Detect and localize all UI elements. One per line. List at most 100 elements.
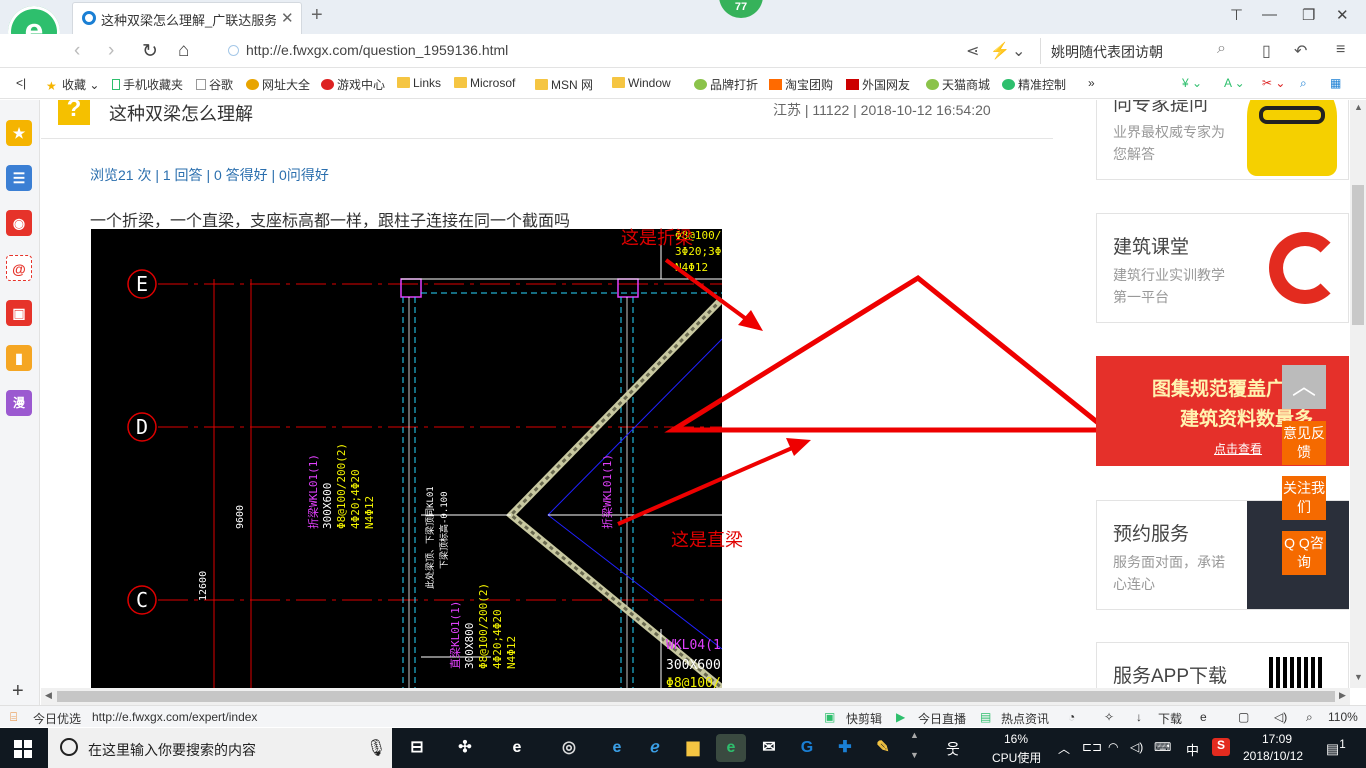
building-class-card[interactable]: 建筑课堂 建筑行业实训教学第一平台 <box>1096 213 1349 323</box>
weibo-icon[interactable]: ◉ <box>6 210 32 236</box>
keyboard-icon[interactable]: ⌨ <box>1154 740 1171 754</box>
internet-explorer-icon[interactable]: ℯ <box>640 734 670 762</box>
grid-icon[interactable]: ▦ <box>1330 76 1341 90</box>
clock-time[interactable]: 17:09 <box>1262 732 1292 746</box>
shirt-icon[interactable]: ⊤ <box>1230 6 1243 24</box>
status-item-download[interactable]: 下载 <box>1158 710 1182 727</box>
cad-drawing[interactable]: E D C 9600 12600 折梁WKL01(1) 300X600 Φ8@1… <box>91 229 722 688</box>
browser-taskbar-icon[interactable]: e <box>716 734 746 762</box>
minimize-button[interactable]: — <box>1262 6 1277 23</box>
bookmark-mobile[interactable]: 手机收藏夹 <box>112 76 183 93</box>
bookmark-taobao[interactable]: 淘宝团购 <box>769 76 833 93</box>
mobile-icon[interactable]: ▯ <box>1262 41 1271 61</box>
back-to-top-button[interactable]: ︿ <box>1282 365 1326 409</box>
status-item-news[interactable]: 热点资讯 <box>1001 710 1049 727</box>
translate-icon[interactable]: A ⌄ <box>1224 76 1245 90</box>
yen-icon[interactable]: ¥ ⌄ <box>1182 76 1202 90</box>
fan-app-icon[interactable]: ✣ <box>450 734 480 762</box>
undo-icon[interactable]: ↶ <box>1294 41 1307 61</box>
badge-count[interactable]: 77 <box>719 0 763 18</box>
ime-indicator[interactable]: 中 <box>1186 740 1199 759</box>
menu-icon[interactable]: ≡ <box>1336 41 1345 59</box>
chevron-down-icon[interactable]: ⌄ <box>1012 41 1025 61</box>
banner-link[interactable]: 点击查看 <box>1214 440 1262 457</box>
favorites-star-icon[interactable]: ★ <box>6 120 32 146</box>
bookmark-tmall[interactable]: 天猫商城 <box>926 76 990 93</box>
vertical-scroll-thumb[interactable] <box>1352 185 1364 325</box>
gift-icon[interactable]: ⌸ <box>10 710 17 725</box>
close-tab-icon[interactable]: ✕ <box>281 9 294 27</box>
speaker-icon[interactable]: ◁) <box>1130 740 1143 754</box>
share-icon[interactable]: ⋖ <box>966 41 979 61</box>
volume-icon[interactable]: ◁) <box>1274 710 1287 724</box>
vertical-scrollbar[interactable]: ▲ ▼ <box>1350 100 1366 688</box>
notification-icon[interactable]: ▤1 <box>1326 738 1346 758</box>
bookmark-brand[interactable]: 品牌打折 <box>694 76 758 93</box>
bookmark-favorites[interactable]: ★ 收藏 ⌄ <box>46 76 99 93</box>
taskbar-search[interactable]: 在这里输入你要搜索的内容 🎙 <box>48 728 392 768</box>
microphone-icon[interactable]: 🎙 <box>366 738 386 758</box>
more-bookmarks-icon[interactable]: » <box>1088 76 1095 90</box>
bookmark-windows[interactable]: Window <box>612 76 671 90</box>
comic-icon[interactable]: 漫 <box>6 390 32 416</box>
status-item-clip[interactable]: 快剪辑 <box>846 710 882 727</box>
scroll-right-icon[interactable]: ▶ <box>1339 690 1346 701</box>
people-icon[interactable]: 웃 <box>946 738 960 759</box>
url-text[interactable]: http://e.fwxgx.com/question_1959136.html <box>246 42 508 58</box>
zoom-icon[interactable]: ⌕ <box>1300 76 1307 91</box>
task-view-icon[interactable]: ⊟ <box>402 734 432 762</box>
horizontal-scrollbar[interactable]: ◀ ▶ <box>41 688 1350 705</box>
browser-tab[interactable]: 这种双梁怎么理解_广联达服务新干线 ✕ <box>72 2 302 34</box>
tray-up-icon[interactable]: ︿ <box>1058 740 1070 757</box>
close-window-button[interactable]: ✕ <box>1336 6 1349 24</box>
scroll-left-icon[interactable]: ◀ <box>45 690 52 701</box>
refresh-button[interactable]: ↻ <box>142 40 158 63</box>
back-button[interactable]: ‹ <box>74 40 80 62</box>
zoom-status-icon[interactable]: ⌕ <box>1306 710 1313 725</box>
book-icon[interactable]: ▮ <box>6 345 32 371</box>
search-box[interactable]: 姚明随代表团访朝 ⌕ <box>1040 38 1240 64</box>
forward-button[interactable]: › <box>108 40 114 62</box>
clip-icon[interactable]: ▣ <box>824 710 835 724</box>
bookmark-microsoft[interactable]: Microsof <box>454 76 515 90</box>
windows-start-icon[interactable] <box>14 740 32 758</box>
window-icon[interactable]: ▢ <box>1238 710 1249 724</box>
bookmark-google[interactable]: 谷歌 <box>196 76 233 93</box>
bookmark-hao[interactable]: 网址大全 <box>246 76 310 93</box>
file-explorer-icon[interactable]: ▆ <box>678 734 708 762</box>
bookmark-games[interactable]: 游戏中心 <box>321 76 385 93</box>
pin-icon[interactable]: ✧ <box>1104 710 1114 724</box>
add-sidebar-item-icon[interactable]: + <box>12 680 24 703</box>
ie-taskbar-icon[interactable]: e <box>502 734 532 762</box>
news-icon[interactable]: ☰ <box>6 165 32 191</box>
bookmark-foreign[interactable]: 外国网友 <box>846 76 910 93</box>
glodon-icon[interactable]: G <box>792 734 822 762</box>
home-button[interactable]: ⌂ <box>178 40 189 62</box>
sogou-icon[interactable]: S <box>1212 738 1230 756</box>
wifi-icon[interactable]: ◠ <box>1108 740 1118 754</box>
search-input[interactable]: 姚明随代表团访朝 <box>1051 42 1163 62</box>
lightning-icon[interactable]: ⚡ <box>990 41 1010 61</box>
bookmark-links[interactable]: Links <box>397 76 441 90</box>
search-icon[interactable]: ⌕ <box>1217 40 1226 58</box>
clock-date[interactable]: 2018/10/12 <box>1243 749 1303 763</box>
live-icon[interactable]: ▶ <box>896 710 905 724</box>
zoom-level[interactable]: 110% <box>1328 710 1358 724</box>
feedback-button[interactable]: 意见反馈 <box>1282 421 1326 465</box>
new-tab-button[interactable]: + <box>311 4 323 27</box>
qr-code-icon[interactable] <box>1269 657 1323 688</box>
bookmark-msn[interactable]: MSN 网 <box>535 76 593 93</box>
address-bar[interactable]: http://e.fwxgx.com/question_1959136.html <box>222 38 1030 64</box>
scroll-down-icon[interactable]: ▼ <box>1354 672 1363 682</box>
ask-expert-card[interactable]: 向专家提问 业界最权威专家为您解答 <box>1096 100 1349 180</box>
horizontal-scroll-thumb[interactable] <box>57 691 1335 702</box>
scroll-up-icon[interactable]: ▲ <box>1354 102 1363 112</box>
ie-status-icon[interactable]: e <box>1200 710 1207 724</box>
email-icon[interactable]: @ <box>6 255 32 281</box>
app-download-card[interactable]: 服务APP下载 <box>1096 642 1349 688</box>
plus-app-icon[interactable]: ✚ <box>830 734 860 762</box>
edge-icon[interactable]: e <box>602 734 632 762</box>
status-item-live[interactable]: 今日直播 <box>918 710 966 727</box>
chrome-like-icon[interactable]: ◎ <box>554 734 584 762</box>
qq-consult-button[interactable]: Q Q咨询 <box>1282 531 1326 575</box>
